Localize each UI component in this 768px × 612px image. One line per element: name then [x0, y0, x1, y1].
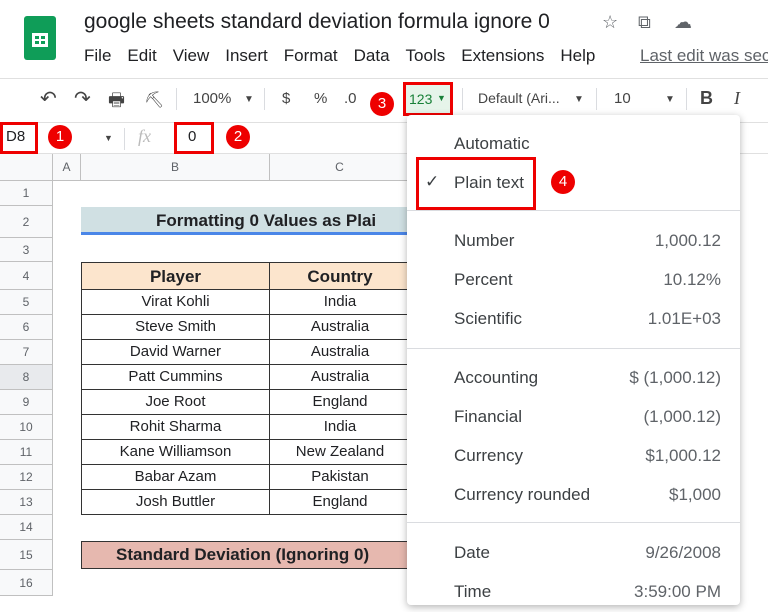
print-icon[interactable]: 🖶	[108, 88, 125, 118]
highlight-box	[174, 122, 214, 154]
header-player[interactable]: Player	[81, 262, 270, 290]
undo-icon[interactable]: ↶	[40, 86, 57, 111]
font-select[interactable]: Default (Ari...	[478, 90, 560, 106]
star-icon[interactable]: ☆	[602, 12, 618, 33]
row-header-2[interactable]: 2	[0, 206, 53, 238]
cell-country[interactable]: Australia	[270, 340, 410, 365]
sheets-logo[interactable]	[24, 16, 56, 60]
step-badge-1: 1	[48, 125, 72, 149]
format-option-time[interactable]: Time 3:59:00 PM	[407, 573, 740, 612]
format-option-percent[interactable]: Percent 10.12%	[407, 261, 740, 300]
cell-player[interactable]: Babar Azam	[81, 465, 270, 490]
row-header-9[interactable]: 9	[0, 390, 53, 415]
row-header-5[interactable]: 5	[0, 290, 53, 315]
number-format-dropdown: Automatic ✓ Plain text Number 1,000.12 Percen…	[407, 115, 740, 605]
menu-tools[interactable]: Tools	[406, 46, 446, 66]
menu-help[interactable]: Help	[560, 46, 595, 66]
menu-edit[interactable]: Edit	[127, 46, 156, 66]
row-header-6[interactable]: 6	[0, 315, 53, 340]
cell-country[interactable]: England	[270, 490, 410, 515]
cell-player[interactable]: Virat Kohli	[81, 290, 270, 315]
cell-player[interactable]: David Warner	[81, 340, 270, 365]
move-folder-icon[interactable]: ⧉	[638, 12, 651, 33]
cell-player[interactable]: Josh Buttler	[81, 490, 270, 515]
format-option-currency-rounded[interactable]: Currency rounded $1,000	[407, 476, 740, 515]
col-header-b[interactable]: B	[81, 154, 270, 181]
cell-player[interactable]: Steve Smith	[81, 315, 270, 340]
fx-icon: fx	[138, 126, 151, 146]
col-header-c[interactable]: C	[270, 154, 410, 181]
col-header-a[interactable]: A	[53, 154, 81, 181]
cell-country[interactable]: Pakistan	[270, 465, 410, 490]
format-option-currency[interactable]: Currency $1,000.12	[407, 437, 740, 476]
currency-button[interactable]: $	[282, 90, 290, 107]
row-header-10[interactable]: 10	[0, 415, 53, 440]
cloud-status-icon[interactable]: ☁	[674, 12, 692, 33]
select-all-corner[interactable]	[0, 154, 53, 181]
decrease-decimal-button[interactable]: .0	[344, 90, 357, 107]
doc-title[interactable]: google sheets standard deviation formula…	[84, 10, 550, 34]
menu-insert[interactable]: Insert	[225, 46, 268, 66]
row-header-14[interactable]: 14	[0, 515, 53, 540]
cell-country[interactable]: India	[270, 290, 410, 315]
format-option-number[interactable]: Number 1,000.12	[407, 222, 740, 261]
row-header-12[interactable]: 12	[0, 465, 53, 490]
menu-format[interactable]: Format	[284, 46, 338, 66]
cell-player[interactable]: Rohit Sharma	[81, 415, 270, 440]
format-option-financial[interactable]: Financial (1,000.12)	[407, 398, 740, 437]
header-country[interactable]: Country	[270, 262, 410, 290]
zoom-select[interactable]: 100%	[193, 90, 231, 107]
menu-bar: File Edit View Insert Format Data Tools …	[84, 46, 595, 66]
chevron-down-icon[interactable]: ▼	[244, 94, 254, 105]
cell-country[interactable]: Australia	[270, 365, 410, 390]
paint-format-icon[interactable]: ⛏	[144, 90, 164, 110]
highlight-box	[403, 82, 453, 116]
last-edit-link[interactable]: Last edit was sec	[640, 46, 768, 66]
row-header-3[interactable]: 3	[0, 238, 53, 262]
menu-file[interactable]: File	[84, 46, 111, 66]
row-header-13[interactable]: 13	[0, 490, 53, 515]
divider	[407, 210, 740, 211]
row-header-16[interactable]: 16	[0, 570, 53, 596]
step-badge-4: 4	[551, 170, 575, 194]
highlight-box	[416, 157, 536, 210]
cell-player[interactable]: Kane Williamson	[81, 440, 270, 465]
row-header-1[interactable]: 1	[0, 181, 53, 206]
sheet-title-cell[interactable]: Formatting 0 Values as Plai	[81, 207, 411, 235]
cell-country[interactable]: Australia	[270, 315, 410, 340]
menu-extensions[interactable]: Extensions	[461, 46, 544, 66]
cell-country[interactable]: England	[270, 390, 410, 415]
step-badge-3: 3	[370, 92, 394, 116]
divider	[407, 522, 740, 523]
cell-player[interactable]: Patt Cummins	[81, 365, 270, 390]
bold-button[interactable]: B	[700, 88, 713, 109]
sd-label-cell[interactable]: Standard Deviation (Ignoring 0)	[81, 541, 411, 569]
chevron-down-icon[interactable]: ▼	[574, 94, 584, 105]
chevron-down-icon[interactable]: ▼	[665, 94, 675, 105]
font-size-select[interactable]: 10	[614, 90, 631, 107]
cell-country[interactable]: India	[270, 415, 410, 440]
row-header-8[interactable]: 8	[0, 365, 53, 390]
cell-player[interactable]: Joe Root	[81, 390, 270, 415]
menu-data[interactable]: Data	[354, 46, 390, 66]
italic-button[interactable]: I	[734, 88, 740, 109]
format-option-date[interactable]: Date 9/26/2008	[407, 534, 740, 573]
row-header-11[interactable]: 11	[0, 440, 53, 465]
format-option-scientific[interactable]: Scientific 1.01E+03	[407, 300, 740, 339]
cell-country[interactable]: New Zealand	[270, 440, 410, 465]
redo-icon[interactable]: ↷	[74, 86, 91, 111]
row-header-15[interactable]: 15	[0, 540, 53, 570]
chevron-down-icon[interactable]: ▼	[104, 133, 113, 143]
row-header-4[interactable]: 4	[0, 262, 53, 290]
percent-button[interactable]: %	[314, 90, 327, 107]
menu-view[interactable]: View	[173, 46, 210, 66]
format-option-accounting[interactable]: Accounting $ (1,000.12)	[407, 359, 740, 398]
highlight-box	[0, 122, 38, 154]
step-badge-2: 2	[226, 125, 250, 149]
row-header-7[interactable]: 7	[0, 340, 53, 365]
divider	[407, 348, 740, 349]
